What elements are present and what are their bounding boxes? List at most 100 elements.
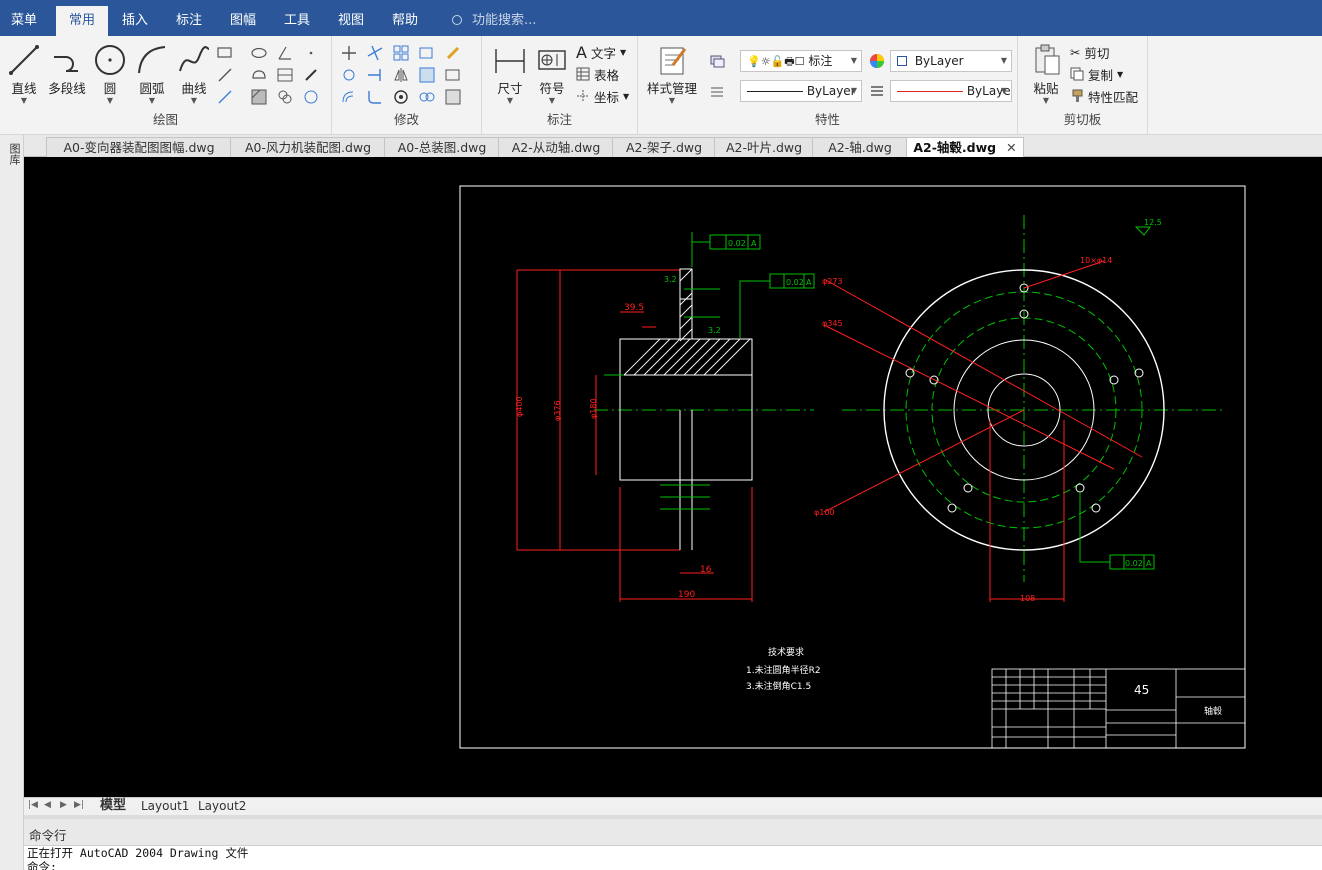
mirror-icon[interactable] — [392, 66, 410, 84]
text-button[interactable]: A 文字 ▼ — [576, 42, 626, 62]
tab-doc-4[interactable]: A2-从动轴.dwg — [498, 137, 614, 157]
coordinate-button[interactable]: 坐标 ▼ — [576, 86, 629, 106]
lightbulb-icon — [452, 15, 462, 25]
feature-search-placeholder: 功能搜索... — [472, 13, 537, 28]
tech-notes: 技术要求 1.未注圆角半径R2 3.未注倒角C1.5 — [746, 646, 821, 692]
tab-layout1[interactable]: Layout1 — [141, 798, 189, 815]
dim-108: 108 — [1020, 594, 1035, 603]
layer-name: 标注 — [808, 54, 833, 68]
explode-icon[interactable] — [392, 88, 410, 106]
offset-icon[interactable] — [340, 88, 358, 106]
next-layout-icon[interactable]: ▶ — [60, 800, 67, 810]
copy-button[interactable]: 复制 ▼ — [1070, 64, 1123, 84]
construction-line-icon[interactable] — [216, 66, 234, 84]
tab-doc-2[interactable]: A0-风力机装配图.dwg — [230, 137, 386, 157]
layer-state-icons: 💡☼🔓🖶☐ — [747, 55, 805, 68]
menu-help[interactable]: 帮助 — [382, 0, 428, 36]
menu-frame[interactable]: 图幅 — [220, 0, 266, 36]
style-manager-button[interactable]: 样式管理 ▼ — [644, 42, 700, 105]
ellipse-icon[interactable] — [250, 44, 268, 62]
hatch-icon[interactable] — [250, 88, 268, 106]
linetype-value: ByLayer — [806, 84, 856, 98]
svg-text:φ400: φ400 — [515, 396, 524, 417]
fillet-icon[interactable] — [366, 88, 384, 106]
prev-layout-icon[interactable]: ◀ — [44, 800, 51, 810]
circle-label: 圆 — [103, 81, 117, 96]
color-dropdown[interactable]: ByLayer ▼ — [890, 50, 1012, 72]
menu-main[interactable]: 菜单 — [0, 0, 48, 36]
color-wheel-icon[interactable] — [868, 52, 886, 70]
layer-manager-icon[interactable] — [708, 52, 726, 70]
menu-bar: 菜单 常用 插入 标注 图幅 工具 视图 帮助 功能搜索... — [0, 0, 1322, 36]
wipeout-icon[interactable] — [302, 88, 320, 106]
revcloud-icon[interactable] — [250, 66, 268, 84]
extend-icon[interactable] — [366, 66, 384, 84]
first-layout-icon[interactable]: |◀ — [28, 800, 38, 810]
close-tab-icon[interactable]: ✕ — [1006, 140, 1016, 155]
table-button[interactable]: 表格 — [576, 64, 619, 84]
polyline-button[interactable]: 多段线 — [44, 42, 90, 97]
move-icon[interactable] — [340, 44, 358, 62]
command-line-1: 正在打开 AutoCAD 2004 Drawing 文件 — [27, 846, 249, 860]
edit-props-icon[interactable] — [444, 88, 462, 106]
menu-home[interactable]: 常用 — [56, 6, 108, 36]
dim-phi345: φ345 — [822, 319, 843, 328]
tab-doc-3[interactable]: A0-总装图.dwg — [384, 137, 500, 157]
region-icon[interactable] — [276, 88, 294, 106]
ray-icon[interactable] — [216, 88, 234, 106]
menu-tools[interactable]: 工具 — [274, 0, 320, 36]
lineweight-sample — [897, 91, 963, 92]
stretch-icon[interactable] — [444, 66, 462, 84]
spline-button[interactable]: 曲线 ▼ — [172, 42, 216, 105]
drawing-canvas[interactable]: φ400 φ376 φ180 39.5 190 16 0.02 A 0.02 A… — [24, 157, 1322, 797]
last-layout-icon[interactable]: ▶| — [74, 800, 84, 810]
table-draw-icon[interactable] — [276, 66, 294, 84]
circle-button[interactable]: 圆 ▼ — [88, 42, 132, 105]
tab-doc-active[interactable]: A2-轴毂.dwg ✕ — [906, 137, 1024, 157]
match-properties-button[interactable]: 特性匹配 — [1070, 86, 1138, 106]
pen-icon[interactable] — [302, 66, 320, 84]
arc-button[interactable]: 圆弧 ▼ — [130, 42, 174, 105]
layer-dropdown[interactable]: 💡☼🔓🖶☐ 标注 ▼ — [740, 50, 862, 72]
tab-doc-6[interactable]: A2-叶片.dwg — [714, 137, 814, 157]
roughness-top: 12.5 — [1144, 218, 1162, 227]
trim-icon[interactable] — [366, 44, 384, 62]
dim-holes: 10×φ14 — [1080, 256, 1112, 265]
scale-icon[interactable] — [418, 66, 436, 84]
tab-doc-1[interactable]: A0-变向器装配图图幅.dwg — [46, 137, 232, 157]
brush-icon — [1072, 89, 1083, 102]
cut-button[interactable]: ✂ 剪切 — [1070, 42, 1110, 62]
svg-text:3.2: 3.2 — [664, 275, 677, 284]
tab-doc-5[interactable]: A2-架子.dwg — [612, 137, 716, 157]
properties-group: 样式管理 ▼ 💡☼🔓🖶☐ 标注 ▼ ByLayer ▼ ByLayer ▼ By… — [638, 36, 1018, 134]
tolerance-3: 0.02 — [1125, 559, 1143, 568]
copy-obj-icon[interactable] — [418, 44, 436, 62]
dim-39-5: 39.5 — [624, 303, 644, 313]
tab-doc-7[interactable]: A2-轴.dwg — [812, 137, 908, 157]
symbol-button[interactable]: 符号 ▼ — [530, 42, 574, 105]
lineweight-dropdown[interactable]: ByLaye ▼ — [890, 80, 1012, 102]
linetype-list-icon[interactable] — [708, 82, 726, 100]
dimension-angle-icon[interactable] — [276, 44, 294, 62]
rectangle-icon[interactable] — [216, 44, 234, 62]
menu-annotate[interactable]: 标注 — [166, 0, 212, 36]
tab-layout2[interactable]: Layout2 — [198, 798, 246, 815]
array-icon[interactable] — [392, 44, 410, 62]
erase-icon[interactable] — [444, 44, 462, 62]
linetype-dropdown[interactable]: ByLayer ▼ — [740, 80, 862, 102]
spline-icon — [179, 46, 210, 72]
paste-button[interactable]: 粘贴 ▼ — [1024, 42, 1068, 105]
point-icon[interactable] — [302, 44, 320, 62]
join-icon[interactable] — [418, 88, 436, 106]
side-palette[interactable]: 图库 — [0, 135, 24, 870]
rotate-icon[interactable] — [340, 66, 358, 84]
dimension-button[interactable]: 尺寸 ▼ — [488, 42, 532, 105]
lineweight-icon[interactable] — [868, 82, 886, 100]
menu-insert[interactable]: 插入 — [112, 0, 158, 36]
line-button[interactable]: 直线 ▼ — [2, 42, 46, 105]
tab-model[interactable]: 模型 — [100, 798, 126, 815]
command-output[interactable]: 正在打开 AutoCAD 2004 Drawing 文件 命令: — [24, 845, 1322, 870]
feature-search[interactable]: 功能搜索... — [452, 0, 536, 36]
drawing-svg[interactable]: φ400 φ376 φ180 39.5 190 16 0.02 A 0.02 A… — [24, 157, 1322, 797]
menu-view[interactable]: 视图 — [328, 0, 374, 36]
